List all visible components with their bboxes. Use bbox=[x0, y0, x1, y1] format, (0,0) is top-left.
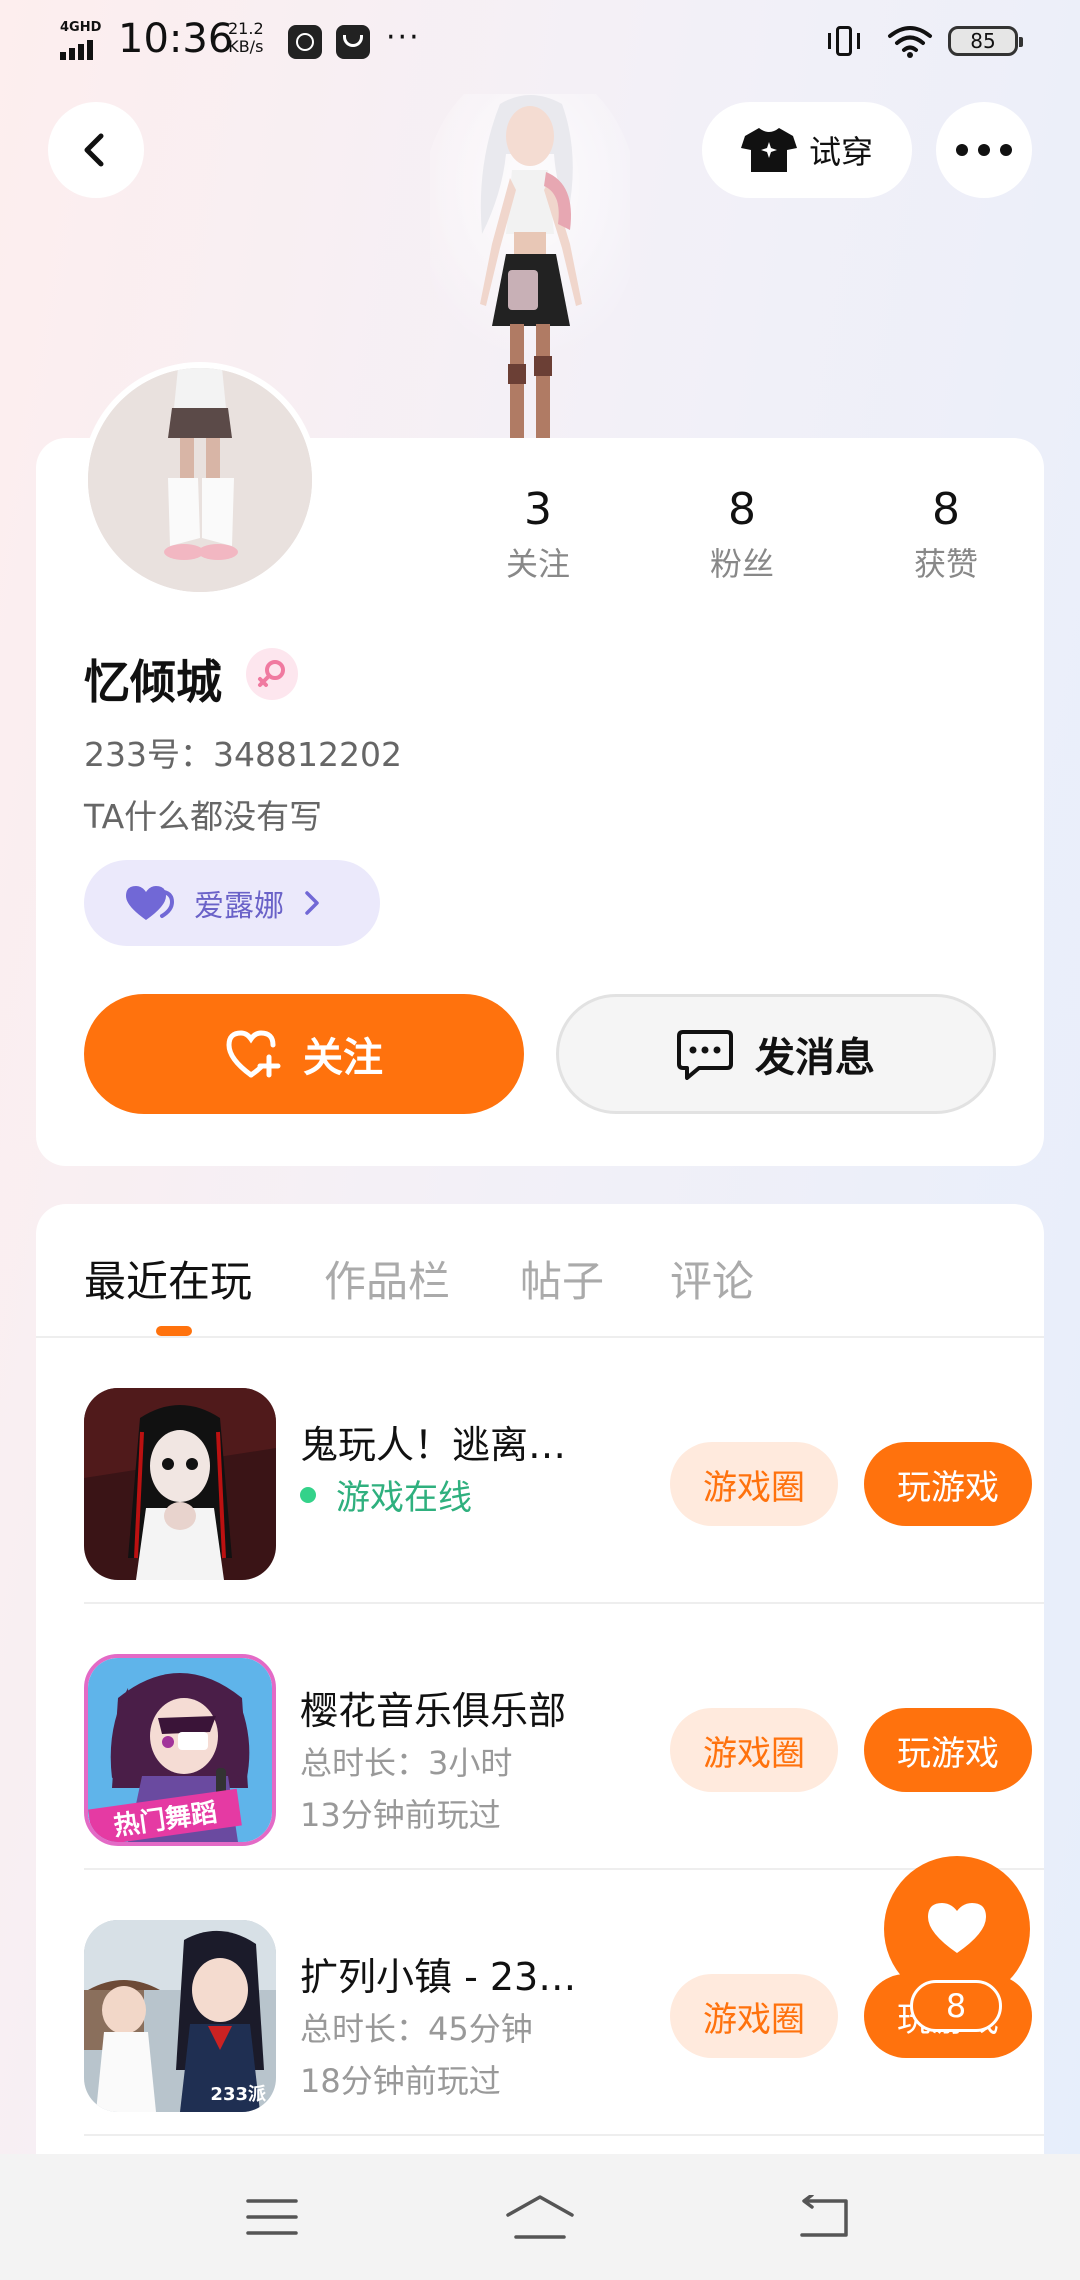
game-circle-button[interactable]: 游戏圈 bbox=[670, 1442, 838, 1526]
heart-icon bbox=[928, 1903, 986, 1953]
more-options-button[interactable] bbox=[936, 102, 1032, 198]
play-game-button[interactable]: 玩游戏 bbox=[864, 1442, 1032, 1526]
stats-row: 3 关注 8 粉丝 8 获赞 bbox=[448, 484, 1044, 594]
network-label: 4GHD bbox=[60, 20, 102, 35]
speed-unit: KB/s bbox=[228, 37, 264, 56]
menu-button[interactable] bbox=[232, 2182, 312, 2252]
likes-label: 获赞 bbox=[913, 545, 978, 583]
pet-chip[interactable]: 爱露娜 bbox=[84, 860, 380, 946]
tshirt-icon bbox=[740, 128, 797, 172]
menu-icon bbox=[246, 2199, 298, 2235]
game-circle-button[interactable]: 游戏圈 bbox=[670, 1708, 838, 1792]
battery-indicator: 85 bbox=[948, 26, 1023, 56]
online-dot-icon bbox=[300, 1486, 316, 1503]
tab-recently-played[interactable]: 最近在玩 bbox=[84, 1248, 252, 1309]
likes-count: 8 bbox=[932, 484, 960, 535]
follow-button[interactable]: 关注 bbox=[84, 994, 524, 1114]
game-circle-button[interactable]: 游戏圈 bbox=[670, 1974, 838, 2058]
try-on-button[interactable]: 试穿 bbox=[702, 102, 912, 198]
stat-following[interactable]: 3 关注 bbox=[448, 484, 628, 585]
status-bar: 4GHD 10:36 21.2 KB/s ··· 85 bbox=[0, 0, 1080, 84]
last-played: 18分钟前玩过 bbox=[300, 2062, 501, 2100]
play-game-button[interactable]: 玩游戏 bbox=[864, 1708, 1032, 1792]
game-title: 扩列小镇 - 23… bbox=[300, 1955, 577, 1999]
content-card: 最近在玩 作品栏 帖子 评论 鬼玩人！逃离… 游戏在线 游戏圈 玩游戏 热门舞蹈… bbox=[36, 1204, 1044, 2280]
game-row[interactable]: 鬼玩人！逃离… 游戏在线 游戏圈 玩游戏 bbox=[84, 1338, 1044, 1604]
network-speed: 21.2 KB/s bbox=[228, 20, 264, 56]
game-icon[interactable]: 233派 bbox=[84, 1920, 276, 2112]
female-icon bbox=[246, 648, 298, 700]
tab-posts[interactable]: 帖子 bbox=[520, 1248, 604, 1309]
pet-chip-label: 爱露娜 bbox=[194, 889, 284, 924]
back-nav-icon bbox=[800, 2195, 848, 2237]
stat-likes[interactable]: 8 获赞 bbox=[856, 484, 1036, 585]
like-count-badge: 8 bbox=[910, 1980, 1002, 2032]
speed-value: 21.2 bbox=[228, 19, 264, 38]
heart-plus-icon bbox=[226, 1030, 281, 1078]
game-title: 樱花音乐俱乐部 bbox=[300, 1689, 567, 1733]
chat-bubble-icon bbox=[677, 1030, 733, 1080]
bio: TA什么都没有写 bbox=[84, 797, 323, 836]
signal-icon bbox=[60, 40, 93, 60]
avatar[interactable] bbox=[82, 362, 318, 598]
game-icon[interactable]: 热门舞蹈 bbox=[84, 1654, 276, 1846]
home-button[interactable] bbox=[500, 2182, 580, 2252]
row-divider bbox=[84, 2134, 1044, 2136]
message-button[interactable]: 发消息 bbox=[556, 994, 996, 1114]
last-played: 13分钟前玩过 bbox=[300, 1796, 501, 1834]
online-label: 游戏在线 bbox=[336, 1478, 472, 1518]
video-app-icon bbox=[288, 25, 322, 59]
heart-icon bbox=[126, 886, 174, 920]
more-dots-icon bbox=[956, 144, 1012, 156]
nickname: 忆倾城 bbox=[84, 655, 222, 709]
system-nav-bar bbox=[0, 2154, 1080, 2280]
following-label: 关注 bbox=[505, 545, 570, 583]
more-notifications: ··· bbox=[386, 20, 421, 55]
network-indicator: 4GHD bbox=[58, 20, 106, 60]
play-duration: 总时长：45分钟 bbox=[300, 2010, 533, 2048]
wifi-icon bbox=[888, 26, 932, 58]
tab-works[interactable]: 作品栏 bbox=[324, 1248, 450, 1309]
chevron-left-icon bbox=[84, 133, 104, 167]
game-icon[interactable] bbox=[84, 1388, 276, 1580]
game-row[interactable]: 热门舞蹈 樱花音乐俱乐部 总时长：3小时 13分钟前玩过 游戏圈 玩游戏 bbox=[84, 1604, 1044, 1870]
fans-count: 8 bbox=[728, 484, 756, 535]
fans-label: 粉丝 bbox=[709, 545, 774, 583]
clock: 10:36 bbox=[118, 16, 234, 62]
chevron-right-icon bbox=[305, 891, 319, 915]
game-badge: 233派 bbox=[210, 2084, 266, 2105]
user-id: 233号：348812202 bbox=[84, 735, 402, 774]
game-title: 鬼玩人！逃离… bbox=[300, 1423, 567, 1467]
back-nav-button[interactable] bbox=[784, 2182, 864, 2252]
stat-fans[interactable]: 8 粉丝 bbox=[652, 484, 832, 585]
play-duration: 总时长：3小时 bbox=[300, 1744, 513, 1782]
tab-comments[interactable]: 评论 bbox=[670, 1248, 754, 1309]
message-label: 发消息 bbox=[755, 1035, 875, 1081]
follow-label: 关注 bbox=[303, 1035, 383, 1081]
following-count: 3 bbox=[524, 484, 552, 535]
back-button[interactable] bbox=[48, 102, 144, 198]
online-status: 游戏在线 bbox=[300, 1470, 472, 1519]
vibrate-icon bbox=[828, 26, 860, 56]
pocket-app-icon bbox=[336, 25, 370, 59]
tab-indicator bbox=[156, 1326, 192, 1336]
avatar-3d-figure bbox=[420, 64, 640, 440]
home-icon bbox=[506, 2195, 574, 2239]
try-on-label: 试穿 bbox=[808, 133, 873, 171]
